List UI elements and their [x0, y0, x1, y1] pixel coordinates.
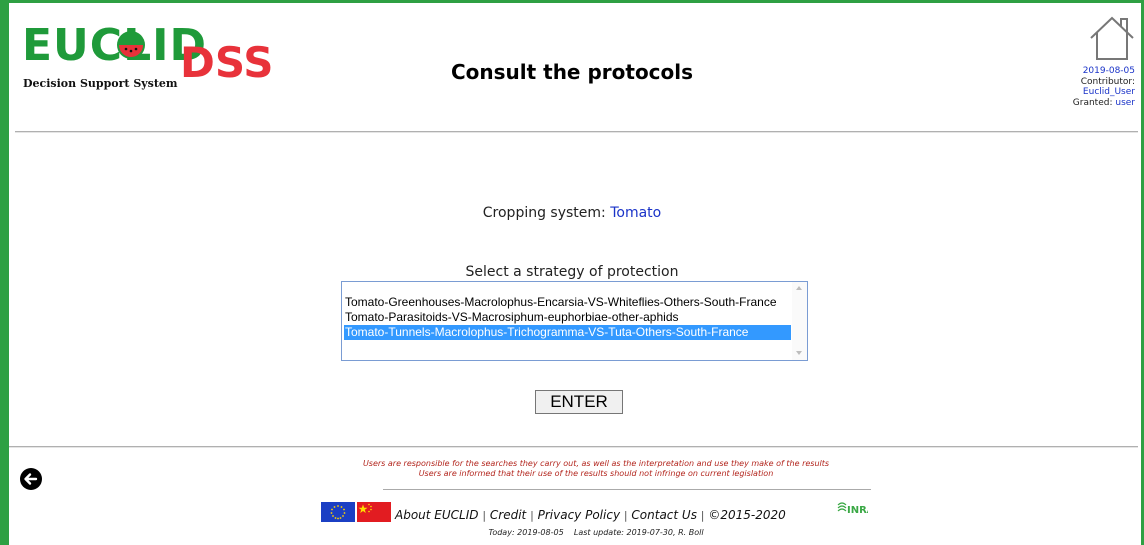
disclaimer-line-1: Users are responsible for the searches t… [362, 459, 830, 468]
last-update: Last update: 2019-07-30, R. Boll [573, 528, 704, 537]
contributor-label: Contributor: [1080, 76, 1135, 87]
listbox-scrollbar[interactable] [792, 282, 807, 360]
eu-flag-icon [321, 502, 355, 522]
granted-value: user [1115, 97, 1135, 108]
credit-link[interactable]: Credit [490, 508, 526, 522]
header-divider [15, 131, 1138, 132]
granted-label: Granted: [1072, 97, 1113, 108]
date-info: Today: 2019-08-05 Last update: 2019-07-3… [0, 528, 1144, 537]
today-date: Today: 2019-08-05 [488, 528, 564, 537]
disclaimer: Users are responsible for the searches t… [0, 459, 1144, 479]
strategy-option[interactable]: Tomato-Greenhouses-Macrolophus-Encarsia-… [344, 295, 791, 310]
footer-links: About EUCLID | Credit | Privacy Policy |… [395, 508, 786, 522]
strategy-listbox[interactable]: Tomato-Greenhouses-Macrolophus-Encarsia-… [341, 281, 808, 361]
china-flag-icon [357, 502, 391, 522]
disclaimer-line-2: Users are informed that their use of the… [418, 469, 774, 478]
enter-button[interactable]: ENTER [535, 390, 623, 414]
home-icon[interactable] [1088, 14, 1136, 62]
watermelon-icon [117, 31, 145, 59]
contact-us-link[interactable]: Contact Us [631, 508, 697, 522]
cropping-value: Tomato [610, 205, 662, 221]
footer-divider [9, 446, 1138, 447]
privacy-policy-link[interactable]: Privacy Policy [538, 508, 620, 522]
cropping-system: Cropping system: Tomato [0, 205, 1144, 221]
user-info: 2019-08-05 Contributor: Euclid_User Gran… [1073, 66, 1135, 108]
disclaimer-divider [383, 489, 871, 490]
scroll-up-arrow-icon[interactable] [796, 286, 802, 290]
scroll-down-arrow-icon[interactable] [796, 351, 802, 355]
about-link[interactable]: About EUCLID [395, 508, 479, 522]
link-separator: | [700, 509, 705, 522]
granted-line: Granted: user [1073, 98, 1135, 109]
copyright: ©2015-2020 [708, 508, 786, 522]
contributor-name[interactable]: Euclid_User [1073, 87, 1135, 98]
cropping-label: Cropping system: [482, 205, 606, 221]
user-date: 2019-08-05 [1082, 66, 1135, 76]
link-separator: | [482, 509, 487, 522]
strategy-options: Tomato-Greenhouses-Macrolophus-Encarsia-… [344, 295, 791, 340]
link-separator: | [530, 509, 534, 522]
inra-logo[interactable]: INRA [836, 499, 868, 521]
strategy-option-selected[interactable]: Tomato-Tunnels-Macrolophus-Trichogramma-… [344, 325, 791, 340]
inra-text: INRA [847, 505, 868, 516]
strategy-label: Select a strategy of protection [465, 264, 679, 280]
link-separator: | [623, 509, 628, 522]
strategy-option[interactable]: Tomato-Parasitoids-VS-Macrosiphum-euphor… [344, 310, 791, 325]
page-title: Consult the protocols [450, 60, 694, 84]
